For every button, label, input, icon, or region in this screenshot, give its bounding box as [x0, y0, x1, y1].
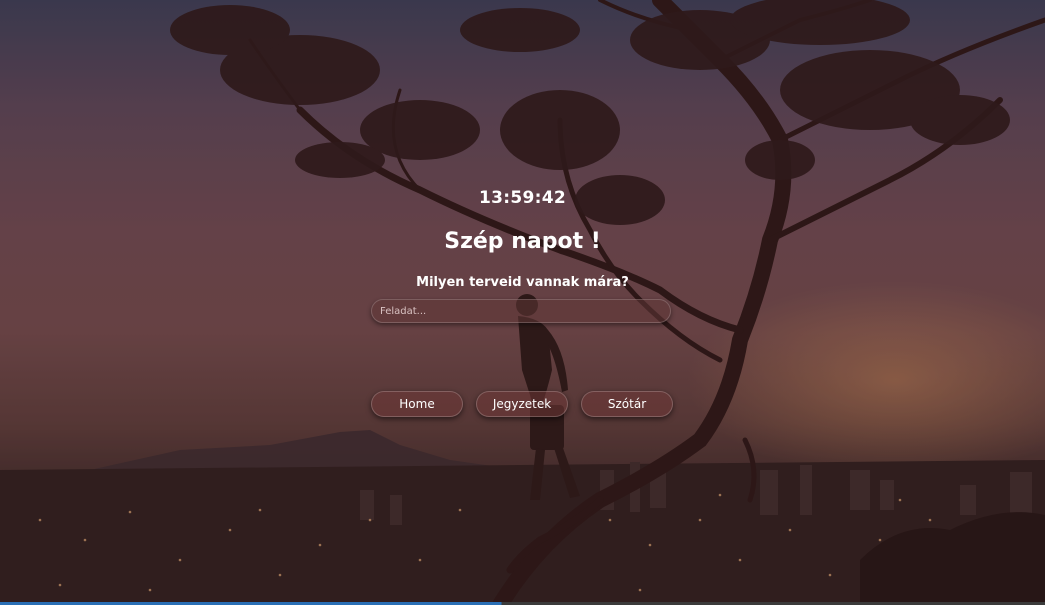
clock-display: 13:59:42 [479, 188, 566, 208]
nav-home-button[interactable]: Home [371, 391, 463, 417]
background-scene: 13:59:42 Szép napot ! Milyen terveid van… [0, 0, 1045, 605]
plans-question: Milyen terveid vannak mára? [416, 275, 629, 290]
nav-home-label: Home [399, 397, 435, 411]
nav-notes-button[interactable]: Jegyzetek [476, 391, 568, 417]
nav-dictionary-button[interactable]: Szótár [581, 391, 673, 417]
nav-dictionary-label: Szótár [607, 397, 647, 411]
task-input[interactable] [371, 299, 671, 323]
nav-notes-label: Jegyzetek [492, 397, 552, 411]
greeting-title: Szép napot ! [444, 229, 601, 254]
